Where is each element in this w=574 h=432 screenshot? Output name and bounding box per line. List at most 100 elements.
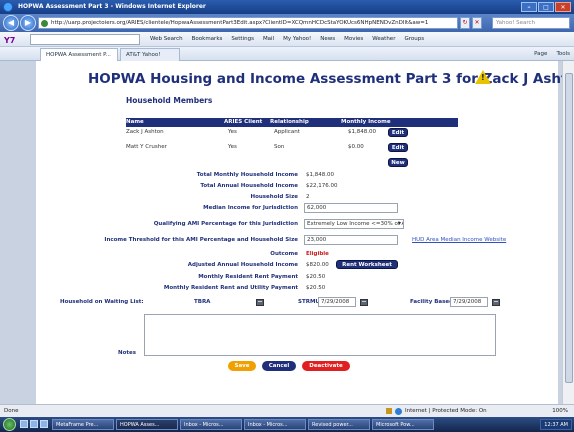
adjusted-income-label: Adjusted Annual Household Income [187,262,298,268]
taskbar-item[interactable]: Revised power... [308,419,370,430]
bookmarks-button[interactable]: Bookmarks [192,32,223,47]
notes-label: Notes [118,350,137,356]
web-search-button[interactable]: Web Search [150,32,183,47]
save-button[interactable]: Save [228,361,256,371]
member-income: $0.00 [348,144,364,150]
monthly-rent-utility-label: Monthly Resident Rent and Utility Paymen… [163,285,298,291]
col-monthly-income: Monthly Income [341,119,391,125]
total-annual-value: $22,176.00 [306,183,338,189]
member-name: Matt Y Crusher [126,144,167,150]
member-aries: Yes [228,129,237,135]
quick-launch-icon[interactable] [40,420,48,428]
page-icon [41,20,48,27]
col-name: Name [126,119,144,125]
toolbar-items: Web Search Bookmarks Settings Mail My Ya… [150,32,424,47]
status-bar: Done Internet | Protected Mode: On 100% [0,404,574,417]
rent-worksheet-button[interactable]: Rent Worksheet [336,260,398,269]
back-icon[interactable]: ◀ [3,15,19,31]
weather-button[interactable]: Weather [372,32,395,47]
title-bar: HOPWA Assessment Part 3 - Windows Intern… [0,0,574,14]
address-bar[interactable]: http://uarp.projectoiers.org/ARIES/clien… [38,17,458,29]
vertical-scrollbar[interactable] [562,61,574,404]
address-buttons: ↻ ✕ [460,17,482,29]
tools-menu[interactable]: Tools [556,47,570,61]
outcome-value: Eligible [306,251,329,257]
facility-calendar-icon[interactable] [492,299,500,306]
strmu-label: STRMU [298,299,320,305]
news-button[interactable]: News [320,32,335,47]
facility-date-input[interactable]: 7/29/2008 [450,297,488,307]
tab-att-yahoo[interactable]: AT&T Yahoo! [120,48,180,61]
taskbar-items: MetaFrame Pre... HOPWA Asses... Inbox - … [52,419,434,430]
col-relationship: Relationship [270,119,309,125]
hud-ami-link[interactable]: HUD Area Median Income Website [412,236,506,245]
member-relationship: Applicant [274,129,300,135]
members-table-header: Name ARIES Client Relationship Monthly I… [126,118,458,127]
mail-button[interactable]: Mail [263,32,274,47]
lock-icon [386,408,392,414]
stop-icon[interactable]: ✕ [472,17,482,29]
close-button[interactable]: ✕ [555,2,571,12]
median-income-input[interactable]: 62,000 [304,203,398,213]
minimize-button[interactable]: – [521,2,537,12]
system-clock: 12:37 AM [540,419,572,430]
income-threshold-input[interactable]: 23,000 [304,235,398,245]
waiting-list-label: Household on Waiting List: [60,299,144,305]
settings-button[interactable]: Settings [231,32,254,47]
yahoo-logo[interactable]: Y7 [4,33,15,48]
address-url: http://uarp.projectoiers.org/ARIES/clien… [51,20,429,26]
strmu-calendar-icon[interactable] [360,299,368,306]
search-input[interactable]: Yahoo! Search [492,17,570,29]
total-monthly-label: Total Monthly Household Income [196,172,298,178]
qualifying-ami-select[interactable]: Extremely Low Income <=30% of AMI [304,219,404,229]
col-aries-client: ARIES Client [224,119,263,125]
taskbar-item[interactable]: MetaFrame Pre... [52,419,114,430]
notes-textarea[interactable] [144,314,496,356]
member-aries: Yes [228,144,237,150]
new-member-button[interactable]: New [388,158,408,167]
member-relationship: Son [274,144,285,150]
refresh-icon[interactable]: ↻ [460,17,470,29]
cancel-button[interactable]: Cancel [262,361,296,371]
tab-hopwa[interactable]: HOPWA Assessment P... [40,48,118,61]
toolbar-search-input[interactable] [30,34,140,45]
edit-member-button[interactable]: Edit [388,128,408,137]
edit-member-button[interactable]: Edit [388,143,408,152]
quick-launch-icon[interactable] [30,420,38,428]
my-yahoo-button[interactable]: My Yahoo! [283,32,311,47]
address-row: ◀ ▶ http://uarp.projectoiers.org/ARIES/c… [0,14,574,32]
outcome-label: Outcome [270,251,298,257]
taskbar-item[interactable]: HOPWA Asses... [116,419,178,430]
members-heading: Household Members [126,96,213,105]
zone-text: Internet | Protected Mode: On [405,408,487,414]
taskbar-item[interactable]: Microsoft Pow... [372,419,434,430]
forward-icon[interactable]: ▶ [20,15,36,31]
taskbar-item[interactable]: Inbox - Micros... [180,419,242,430]
member-income: $1,848.00 [348,129,376,135]
household-size-value: 2 [306,194,310,200]
page-menu[interactable]: Page [534,47,547,61]
status-text: Done [4,408,19,414]
start-button[interactable] [3,418,16,431]
member-name: Zack J Ashton [126,129,164,135]
tbra-calendar-icon[interactable] [256,299,264,306]
taskbar: MetaFrame Pre... HOPWA Asses... Inbox - … [0,417,574,432]
zoom-level[interactable]: 100% [552,405,568,417]
warning-icon [475,70,491,84]
quick-launch [20,420,48,428]
total-monthly-value: $1,848.00 [306,172,334,178]
maximize-button[interactable]: □ [538,2,554,12]
median-income-label: Median Income for Jurisdiction [203,205,298,211]
strmu-date-input[interactable]: 7/29/2008 [318,297,356,307]
taskbar-item[interactable]: Inbox - Micros... [244,419,306,430]
total-annual-label: Total Annual Household Income [200,183,298,189]
monthly-rent-label: Monthly Resident Rent Payment [198,274,298,280]
groups-button[interactable]: Groups [404,32,424,47]
income-threshold-label: Income Threshold for this AMI Percentage… [104,237,298,243]
yahoo-toolbar: Y7 Web Search Bookmarks Settings Mail My… [0,32,574,47]
adjusted-income-value: $820.00 [306,262,329,268]
scrollbar-thumb[interactable] [565,73,573,383]
quick-launch-icon[interactable] [20,420,28,428]
movies-button[interactable]: Movies [344,32,363,47]
deactivate-button[interactable]: Deactivate [302,361,350,371]
